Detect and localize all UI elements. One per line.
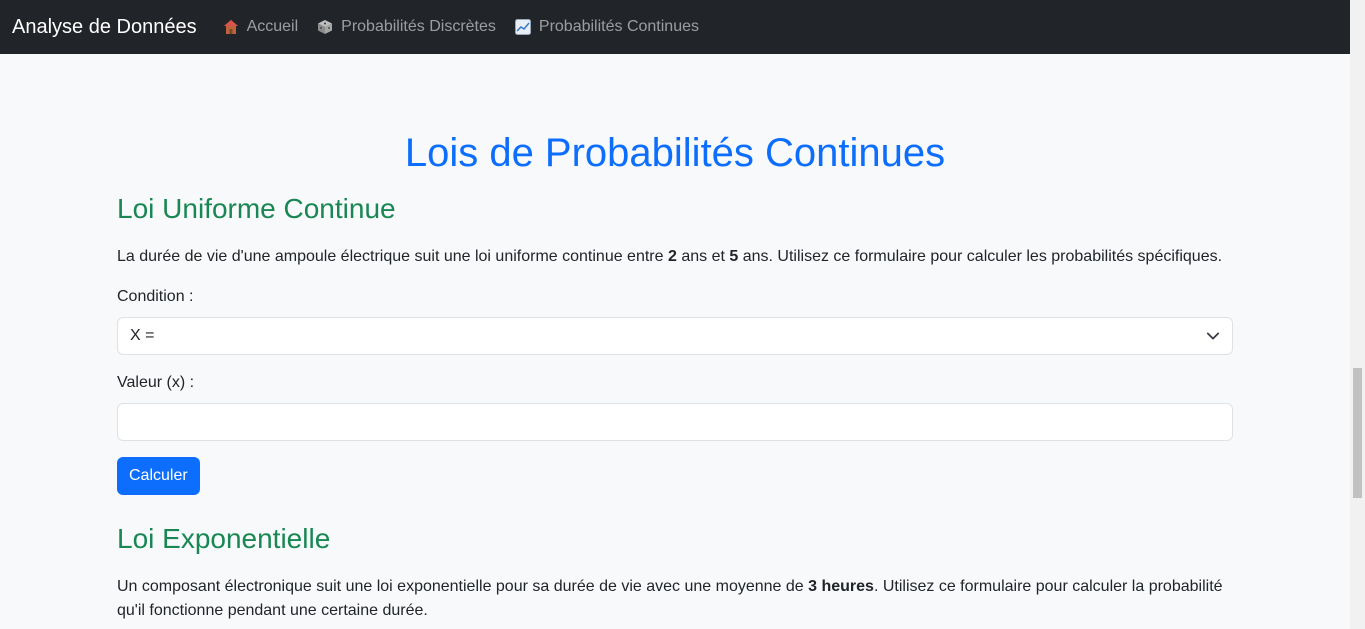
page-title: Lois de Probabilités Continues <box>404 131 946 175</box>
condition-select[interactable]: X = <box>117 317 1233 355</box>
nav-link-probabilites-continues[interactable]: Probabilités Continues <box>514 18 699 36</box>
uniform-a-value: 2 <box>667 248 677 265</box>
main-content: Lois de Probabilités Continues Loi Unifo… <box>117 54 1233 623</box>
value-input[interactable] <box>117 403 1233 441</box>
chevron-down-icon <box>1206 329 1220 343</box>
uniform-title: Loi Uniforme Continue <box>117 193 396 224</box>
exponential-desc-text: Un composant électronique suit une loi e… <box>117 578 809 595</box>
exponential-mean-value: 3 heures <box>808 578 874 595</box>
nav-link-label: Probabilités Discrètes <box>341 18 496 35</box>
exponential-title: Loi Exponentielle <box>117 523 331 554</box>
exponential-description: Un composant électronique suit une loi e… <box>117 575 1233 623</box>
house-icon <box>223 19 239 35</box>
uniform-desc-text: La durée de vie d'une ampoule électrique… <box>117 248 668 265</box>
uniform-section: Loi Uniforme Continue La durée de vie d'… <box>117 192 1233 495</box>
uniform-desc-text: ans. Utilisez ce formulaire pour calcule… <box>738 248 1223 265</box>
nav-link-probabilites-discretes[interactable]: Probabilités Discrètes <box>317 18 496 36</box>
scrollbar-thumb[interactable] <box>1353 368 1362 498</box>
exponential-section: Loi Exponentielle Un composant électroni… <box>117 522 1233 623</box>
uniform-b-value: 5 <box>729 248 739 265</box>
condition-selected-value: X = <box>130 327 155 344</box>
calculate-button[interactable]: Calculer <box>117 457 200 495</box>
nav-link-accueil[interactable]: Accueil <box>223 18 299 36</box>
condition-label: Condition : <box>117 288 194 305</box>
cube-icon <box>317 19 333 35</box>
nav-link-label: Accueil <box>246 18 299 35</box>
navbar: Analyse de Données Accueil Probabilités … <box>0 0 1365 54</box>
scrollbar[interactable] <box>1350 0 1365 629</box>
brand-link[interactable]: Analyse de Données <box>12 16 197 39</box>
uniform-description: La durée de vie d'une ampoule électrique… <box>117 245 1233 269</box>
uniform-desc-text: ans et <box>676 248 730 265</box>
chart-icon <box>514 19 531 35</box>
value-label: Valeur (x) : <box>117 374 195 391</box>
nav-link-label: Probabilités Continues <box>538 18 699 35</box>
